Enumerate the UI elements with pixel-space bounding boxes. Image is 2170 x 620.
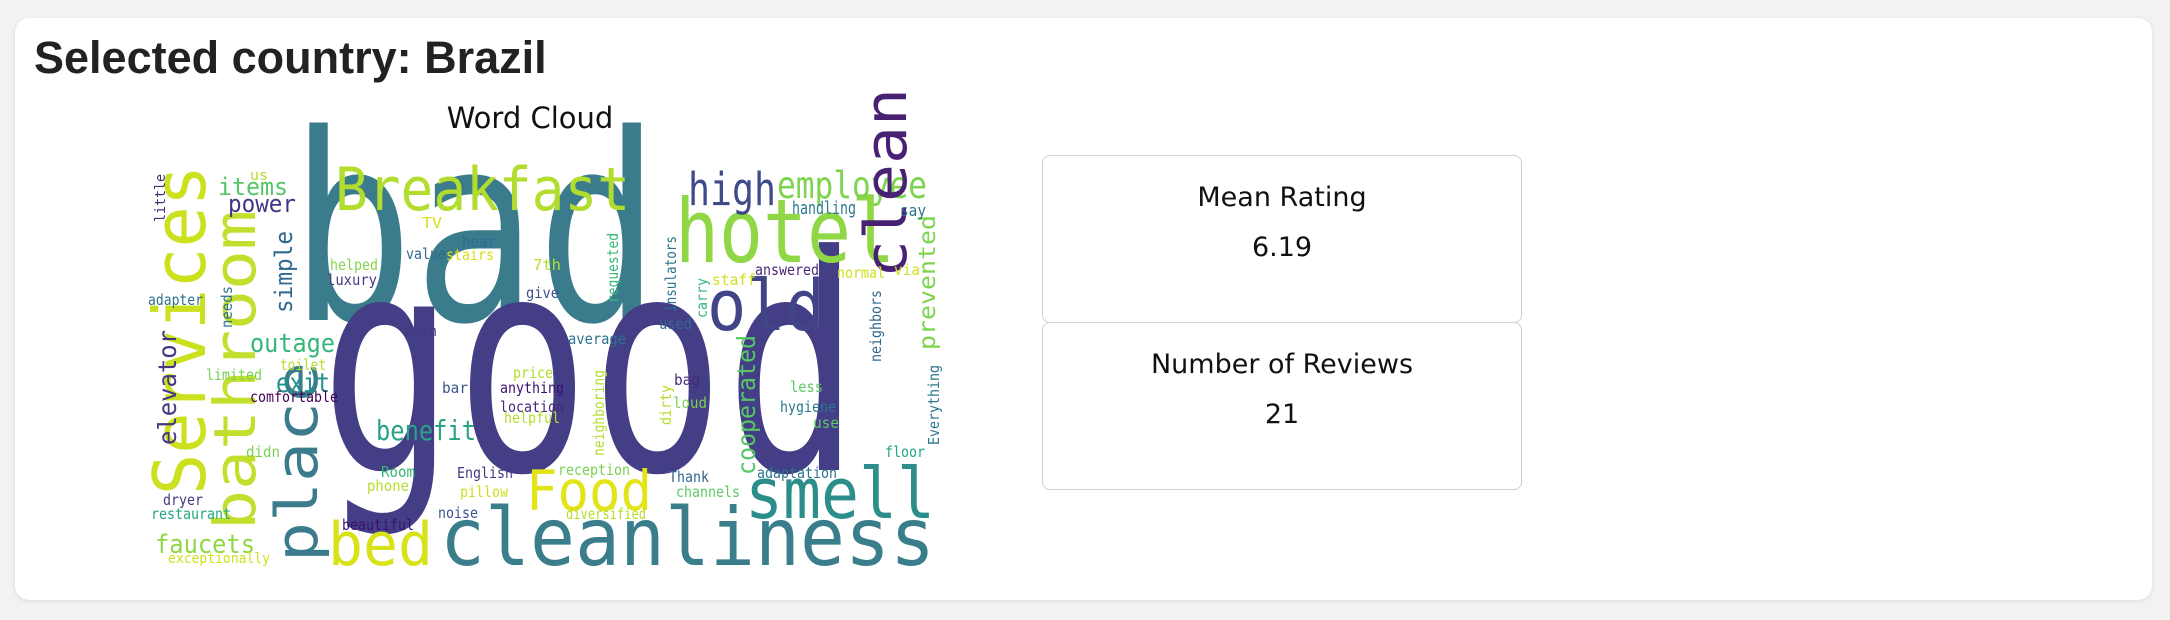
wordcloud-word: high [688, 163, 776, 216]
wordcloud-word: diversified [566, 505, 646, 523]
wordcloud-word: bar [442, 379, 468, 397]
wordcloud-word: TV [422, 214, 442, 232]
wordcloud-word: neighboring [590, 370, 608, 456]
wordcloud-word: cooperated [732, 335, 761, 475]
wordcloud-word: ruin [404, 322, 437, 340]
wordcloud-word: reception [558, 461, 630, 479]
wordcloud-word: English [457, 464, 513, 482]
metric-card-mean-rating: Mean Rating 6.19 [1042, 155, 1522, 323]
wordcloud-word: restaurant [151, 505, 231, 523]
wordcloud-word: handling [792, 198, 856, 219]
wordcloud-word: adaptation [757, 464, 837, 482]
wordcloud-word: little [153, 174, 169, 222]
wordcloud-word: toilet [280, 356, 326, 374]
wordcloud-word: clean [852, 88, 920, 278]
wordcloud-word: exceptionally [168, 551, 270, 567]
wordcloud-word: pillow [460, 483, 509, 501]
wordcloud-word: Breakfast [335, 155, 630, 225]
wordcloud-word: dirty [657, 385, 675, 425]
wordcloud-word: prevented [915, 215, 941, 350]
wordcloud-word: via [894, 261, 920, 279]
wordcloud-word: used [659, 315, 692, 333]
metric-value: 21 [1264, 399, 1300, 430]
wordcloud-word: noise [438, 504, 478, 522]
wordcloud-word: insulators [662, 236, 680, 312]
wordcloud-word: bag [674, 371, 700, 389]
wordcloud-word: requested [604, 233, 622, 303]
wordcloud-word: needs [218, 286, 236, 328]
metric-label: Mean Rating [1197, 182, 1367, 213]
wordcloud-word: Everything [925, 365, 943, 445]
wordcloud-word: normal [837, 264, 885, 282]
wordcloud-word: beautiful [342, 516, 414, 534]
wordcloud-word: limited [206, 366, 262, 384]
wordcloud-word: stairs [446, 246, 494, 264]
wordcloud-word: us [250, 168, 268, 184]
wordcloud-word: simple [270, 231, 298, 313]
wordcloud-word: power [228, 190, 296, 218]
wordcloud-word: phone [367, 477, 409, 495]
metric-value: 6.19 [1251, 232, 1313, 263]
wordcloud-word: outage [250, 329, 335, 359]
wordcloud-word: benefit [376, 414, 476, 447]
wordcloud-word: staff [712, 271, 756, 289]
wordcloud-image: badgoodcleanlinessBreakfast hotelhigh empl… [138, 80, 943, 584]
wordcloud-word: adapter [148, 291, 203, 309]
wordcloud-word: anything [500, 379, 564, 397]
wordcloud-word: neighbors [867, 290, 885, 362]
wordcloud-word: answered [755, 261, 819, 279]
wordcloud-word: say [900, 201, 926, 220]
wordcloud-word: elevator [153, 330, 182, 445]
wordcloud-word: give [526, 284, 559, 302]
wordcloud-word: luxury [327, 271, 377, 289]
wordcloud-word: carry [693, 278, 711, 318]
wordcloud-word: helpful [504, 409, 560, 427]
metric-card-review-count: Number of Reviews 21 [1042, 322, 1522, 490]
wordcloud-word: use [813, 414, 839, 432]
wordcloud-word: 7th [533, 256, 561, 274]
wordcloud-word: floor [885, 443, 925, 461]
metric-label: Number of Reviews [1150, 349, 1414, 380]
wordcloud-word: didn [246, 443, 280, 461]
wordcloud-word: average [568, 330, 626, 348]
wordcloud-word: comfortable [250, 388, 338, 406]
wordcloud-word: value [406, 245, 446, 263]
wordcloud-word: less [790, 378, 823, 396]
wordcloud-word: loud [673, 394, 707, 412]
wordcloud-word: channels [676, 483, 740, 501]
